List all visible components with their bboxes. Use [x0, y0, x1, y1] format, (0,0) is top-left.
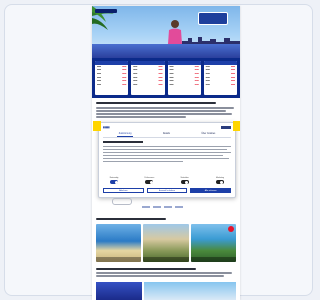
yellow-accent — [93, 121, 101, 131]
tab-about-cookies[interactable]: Über Cookies — [199, 132, 217, 137]
body-text-line — [96, 275, 224, 277]
bottom-banners — [96, 282, 236, 300]
body-text-line — [96, 110, 226, 112]
body-text-line — [96, 116, 186, 118]
promo-banner[interactable] — [96, 282, 142, 300]
section-title — [96, 218, 166, 220]
destination-tile[interactable] — [96, 224, 142, 262]
dialog-brand-mark — [221, 126, 231, 129]
body-text-line — [96, 272, 232, 274]
toggle-statistics[interactable] — [180, 180, 189, 184]
destination-tile[interactable] — [143, 224, 189, 262]
cookiebot-logo: ▮▮▮▮▮ — [103, 126, 110, 129]
allow-selection-button[interactable]: Auswahl erlauben — [146, 188, 188, 193]
consent-toggles: Notwendig Präferenzen Statistiken Market… — [103, 177, 231, 184]
dialog-text-line — [103, 152, 231, 153]
dialog-buttons: Ablehnen Auswahl erlauben Alle zulassen — [103, 188, 232, 193]
consent-tabs: Zustimmung Details Über Cookies — [103, 132, 231, 138]
promo-banner[interactable] — [144, 282, 236, 300]
allow-all-button[interactable]: Alle zulassen — [190, 188, 232, 193]
toggle-necessary[interactable] — [110, 180, 118, 184]
toggle-preferences[interactable] — [145, 180, 154, 184]
price-column[interactable]: ▬▬ ▬▬ ▬▬ ▬▬ ▬▬ ▬▬ ▬▬ ▬▬ ▬▬ ▬▬ ▬▬ ▬▬ — [95, 61, 129, 95]
hero-banner — [92, 6, 240, 58]
carousel-indicators — [142, 206, 183, 208]
body-text-line — [96, 107, 234, 109]
price-column[interactable]: ▬▬ ▬▬ ▬▬ ▬▬ ▬▬ ▬▬ ▬▬ ▬▬ ▬▬ ▬▬ ▬▬ ▬▬ — [131, 61, 165, 95]
cookie-consent-dialog: ▮▮▮▮▮ Zustimmung Details Über Cookies No… — [93, 121, 240, 198]
toggle-marketing[interactable] — [215, 180, 224, 184]
price-column[interactable]: ▬▬ ▬▬ ▬▬ ▬▬ ▬▬ ▬▬ ▬▬ ▬▬ ▬▬ ▬▬ ▬▬ ▬▬ — [167, 61, 201, 95]
dialog-text-line — [103, 158, 229, 159]
tab-consent[interactable]: Zustimmung — [116, 132, 134, 137]
tab-details[interactable]: Details — [161, 132, 172, 137]
dialog-text-line — [103, 155, 223, 156]
destination-tiles — [96, 224, 236, 262]
price-columns: ▬▬ ▬▬ ▬▬ ▬▬ ▬▬ ▬▬ ▬▬ ▬▬ ▬▬ ▬▬ ▬▬ ▬▬ ▬▬ ▬▬ ▬▬ ▬▬ … — [92, 58, 240, 98]
promo-badge[interactable] — [198, 12, 228, 25]
reject-button[interactable]: Ablehnen — [103, 188, 144, 193]
price-column[interactable]: ▬▬ ▬▬ ▬▬ ▬▬ ▬▬ ▬▬ ▬▬ ▬▬ ▬▬ ▬▬ ▬▬ ▬▬ — [203, 61, 237, 95]
section-heading — [96, 268, 196, 270]
yellow-accent — [233, 121, 240, 131]
page-thumbnail: ▬▬ ▬▬ ▬▬ ▬▬ ▬▬ ▬▬ ▬▬ ▬▬ ▬▬ ▬▬ ▬▬ ▬▬ ▬▬ ▬▬ ▬▬ ▬▬ … — [92, 6, 240, 300]
sea-band — [92, 44, 240, 58]
dialog-heading — [103, 141, 143, 143]
sale-badge-icon — [227, 226, 234, 232]
dialog-text-line — [103, 161, 183, 162]
dialog-text-line — [103, 146, 231, 147]
section-heading — [96, 102, 216, 104]
destination-tile[interactable] — [190, 224, 236, 262]
dialog-text-line — [103, 149, 227, 150]
site-logo[interactable] — [95, 9, 117, 13]
pill-button[interactable] — [112, 198, 132, 205]
body-text-line — [96, 113, 232, 115]
